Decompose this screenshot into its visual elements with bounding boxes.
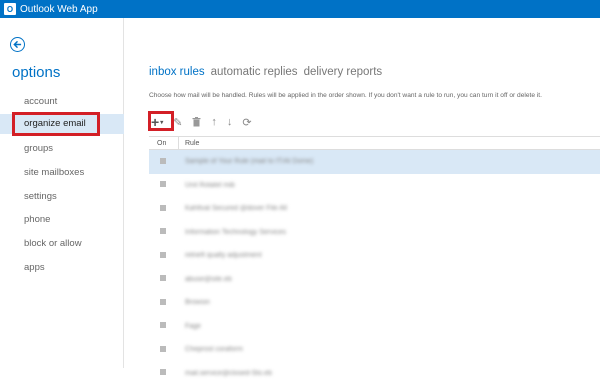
table-row[interactable]: Cheprost coraform <box>149 338 600 362</box>
table-row[interactable]: Sample of Your Rule (mail to IT/At Dome) <box>149 150 600 174</box>
sidebar-item-block-or-allow[interactable]: block or allow <box>24 234 82 254</box>
back-arrow-icon[interactable] <box>10 37 25 52</box>
edit-button[interactable]: ✎ <box>173 116 182 129</box>
refresh-button[interactable]: ⟳ <box>242 116 251 129</box>
arrow-up-icon: ↑ <box>211 116 217 128</box>
rule-enabled-checkbox[interactable] <box>149 299 179 307</box>
app-title: Outlook Web App <box>20 4 98 15</box>
rule-name: Browsin <box>179 299 210 306</box>
sidebar-item-groups[interactable]: groups <box>24 139 53 159</box>
options-title: options <box>12 64 60 81</box>
delete-button[interactable] <box>192 117 201 127</box>
table-row[interactable]: Browsin <box>149 291 600 315</box>
sidebar-item-settings[interactable]: settings <box>24 187 57 207</box>
rule-name: Information Technology Services <box>179 229 286 236</box>
rule-enabled-checkbox[interactable] <box>149 158 179 166</box>
refresh-icon: ⟳ <box>242 116 251 129</box>
sidebar-item-site-mailboxes[interactable]: site mailboxes <box>24 163 84 183</box>
rule-name: retrieft qualty adjustment <box>179 252 262 259</box>
chevron-down-icon: ▾ <box>160 119 163 126</box>
add-rule-button[interactable]: + ▾ <box>151 114 163 130</box>
rules-description: Choose how mail will be handled. Rules w… <box>149 92 542 99</box>
rule-name: Sample of Your Rule (mail to IT/At Dome) <box>179 158 313 165</box>
table-header: On Rule <box>149 136 600 150</box>
rule-name: Fage <box>179 323 201 330</box>
rule-enabled-checkbox[interactable] <box>149 252 179 260</box>
sidebar-item-organize-email[interactable]: organize email <box>0 114 124 134</box>
tab-automatic-replies[interactable]: automatic replies <box>211 66 298 78</box>
rule-name: mail.service@closed-Sto.eb <box>179 370 272 377</box>
tab-inbox-rules[interactable]: inbox rules <box>149 66 205 78</box>
arrow-down-icon: ↓ <box>227 116 233 128</box>
rules-table: On Rule Sample of Your Rule (mail to IT/… <box>149 136 600 385</box>
tab-delivery-reports[interactable]: delivery reports <box>304 66 383 78</box>
move-down-button[interactable]: ↓ <box>227 116 233 128</box>
sidebar-item-account[interactable]: account <box>24 92 57 112</box>
plus-icon: + <box>151 114 159 130</box>
sidebar-item-phone[interactable]: phone <box>24 210 50 230</box>
table-row[interactable]: Unit Rotatel mib <box>149 174 600 198</box>
move-up-button[interactable]: ↑ <box>211 116 217 128</box>
table-row[interactable]: Kahltval Secured @dover File All <box>149 197 600 221</box>
rule-enabled-checkbox[interactable] <box>149 205 179 213</box>
rule-enabled-checkbox[interactable] <box>149 346 179 354</box>
table-row[interactable]: retrieft qualty adjustment <box>149 244 600 268</box>
sidebar-item-apps[interactable]: apps <box>24 258 45 278</box>
tab-bar: inbox rules automatic replies delivery r… <box>149 66 382 78</box>
main-panel: inbox rules automatic replies delivery r… <box>125 18 600 368</box>
rule-name: abuse@site.eb <box>179 276 232 283</box>
table-row[interactable]: Information Technology Services <box>149 221 600 245</box>
column-header-rule[interactable]: Rule <box>179 140 199 147</box>
table-row[interactable]: abuse@site.eb <box>149 268 600 292</box>
rule-name: Cheprost coraform <box>179 346 243 353</box>
rule-enabled-checkbox[interactable] <box>149 181 179 189</box>
outlook-logo-icon: O <box>4 3 16 15</box>
rule-name: Unit Rotatel mib <box>179 182 235 189</box>
sidebar: options account organize email groups si… <box>0 18 124 368</box>
table-row[interactable]: Fage <box>149 315 600 339</box>
rule-enabled-checkbox[interactable] <box>149 275 179 283</box>
rule-enabled-checkbox[interactable] <box>149 369 179 377</box>
rule-name: Kahltval Secured @dover File All <box>179 205 287 212</box>
rule-enabled-checkbox[interactable] <box>149 322 179 330</box>
rule-enabled-checkbox[interactable] <box>149 228 179 236</box>
column-header-on[interactable]: On <box>149 137 179 149</box>
rules-toolbar: + ▾ ✎ ↑ ↓ ⟳ <box>151 115 252 129</box>
top-bar: O Outlook Web App <box>0 0 600 18</box>
pencil-icon: ✎ <box>173 116 182 129</box>
trash-icon <box>192 117 201 127</box>
table-row[interactable]: mail.service@closed-Sto.eb <box>149 362 600 385</box>
